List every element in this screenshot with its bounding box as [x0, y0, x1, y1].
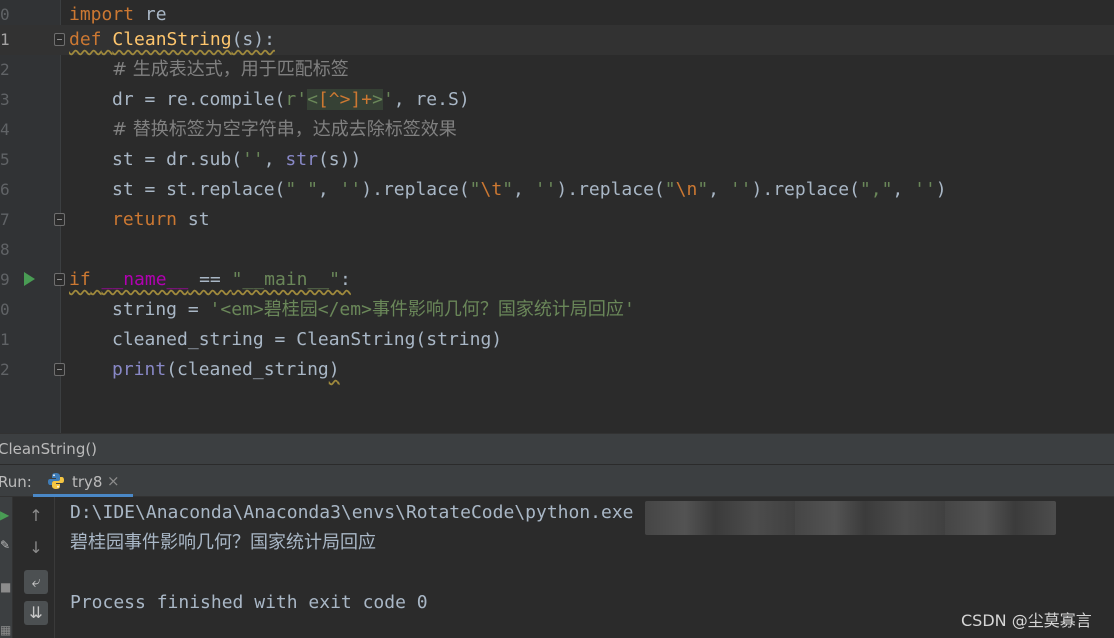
- layout-icon[interactable]: ▦: [0, 623, 12, 637]
- console-exit-line: Process finished with exit code 0: [70, 592, 428, 613]
- breadcrumb-bar: CleanString(): [0, 433, 1114, 464]
- watermark: CSDN @尘莫寡言: [961, 611, 1092, 630]
- code-line[interactable]: 2 # 生成表达式，用于匹配标签: [0, 55, 1114, 85]
- line-number: 7: [0, 210, 10, 229]
- code-line[interactable]: 0 string = '<em>碧桂园</em>事件影响几何？国家统计局回应': [0, 295, 1114, 325]
- line-number: 6: [0, 180, 10, 199]
- code-line[interactable]: 3 dr = re.compile(r'<[^>]+>', re.S): [0, 85, 1114, 115]
- code-line[interactable]: 2 print(cleaned_string): [0, 355, 1114, 385]
- line-number: 4: [0, 120, 10, 139]
- code-text[interactable]: st = st.replace(" ", '').replace("\t", '…: [112, 175, 947, 205]
- code-line[interactable]: 7 return st: [0, 205, 1114, 235]
- breadcrumb[interactable]: CleanString(): [0, 440, 97, 458]
- code-text[interactable]: def CleanString(s):: [69, 25, 275, 55]
- soft-wrap-icon[interactable]: ⤶: [24, 570, 48, 594]
- code-text[interactable]: if __name__ == "__main__":: [69, 265, 351, 295]
- run-gutter-icon[interactable]: [24, 272, 35, 286]
- line-number: 2: [0, 60, 10, 79]
- line-number: 2: [0, 360, 10, 379]
- line-number: 1: [0, 330, 10, 349]
- close-icon[interactable]: ×: [107, 472, 120, 490]
- arrow-down-icon[interactable]: ↓: [24, 536, 48, 560]
- code-line[interactable]: 6 st = st.replace(" ", '').replace("\t",…: [0, 175, 1114, 205]
- fold-toggle-icon[interactable]: [54, 363, 65, 376]
- code-text[interactable]: return st: [112, 205, 210, 235]
- line-number: 8: [0, 240, 10, 259]
- fold-toggle-icon[interactable]: [54, 33, 65, 46]
- scroll-to-end-icon[interactable]: ⇊: [24, 601, 48, 625]
- code-line[interactable]: 5 st = dr.sub('', str(s)): [0, 145, 1114, 175]
- line-number: 1: [0, 30, 10, 49]
- code-editor[interactable]: 0 import re 1 def CleanString(s): 2 # 生成…: [0, 0, 1114, 433]
- console-output-line: 碧桂园事件影响几何？国家统计局回应: [70, 532, 376, 553]
- code-text[interactable]: dr = re.compile(r'<[^>]+>', re.S): [112, 85, 470, 115]
- line-number: 3: [0, 90, 10, 109]
- code-text[interactable]: cleaned_string = CleanString(string): [112, 325, 502, 355]
- code-text[interactable]: print(cleaned_string): [112, 355, 340, 385]
- python-icon: [48, 473, 64, 489]
- run-console[interactable]: ▶ ✎ ■ ▦ ↑ ↓ ⤶ ⇊ D:\IDE\Anaconda\Anaconda…: [0, 497, 1114, 638]
- code-text[interactable]: # 生成表达式，用于匹配标签: [112, 55, 349, 85]
- run-label: Run:: [0, 473, 32, 491]
- settings-icon[interactable]: ✎: [0, 538, 12, 552]
- tab-label: try8: [72, 473, 103, 491]
- code-line[interactable]: 9 if __name__ == "__main__":: [0, 265, 1114, 295]
- console-command-line: D:\IDE\Anaconda\Anaconda3\envs\RotateCod…: [70, 502, 634, 523]
- line-number: 5: [0, 150, 10, 169]
- fold-toggle-icon[interactable]: [54, 213, 65, 226]
- code-text[interactable]: st = dr.sub('', str(s)): [112, 145, 361, 175]
- console-toolbar: ↑ ↓ ⤶ ⇊: [14, 497, 55, 638]
- code-line-current[interactable]: 1 def CleanString(s):: [0, 25, 1114, 55]
- arrow-up-icon[interactable]: ↑: [24, 504, 48, 528]
- line-number: 0: [0, 300, 10, 319]
- redacted-region: [645, 501, 1056, 535]
- fold-toggle-icon[interactable]: [54, 273, 65, 286]
- code-line[interactable]: 1 cleaned_string = CleanString(string): [0, 325, 1114, 355]
- code-line[interactable]: 8: [0, 235, 1114, 265]
- code-line[interactable]: 4 # 替换标签为空字符串，达成去除标签效果: [0, 115, 1114, 145]
- stop-icon[interactable]: ■: [0, 580, 12, 594]
- rerun-icon[interactable]: ▶: [0, 508, 12, 522]
- line-number: 9: [0, 270, 10, 289]
- tab-try8[interactable]: try8 ×: [33, 465, 133, 497]
- run-panel-header: Run: try8 ×: [0, 464, 1114, 497]
- run-side-toolbar: ▶ ✎ ■ ▦: [0, 497, 13, 638]
- code-text[interactable]: string = '<em>碧桂园</em>事件影响几何？国家统计局回应': [112, 295, 635, 325]
- code-text[interactable]: # 替换标签为空字符串，达成去除标签效果: [112, 115, 457, 145]
